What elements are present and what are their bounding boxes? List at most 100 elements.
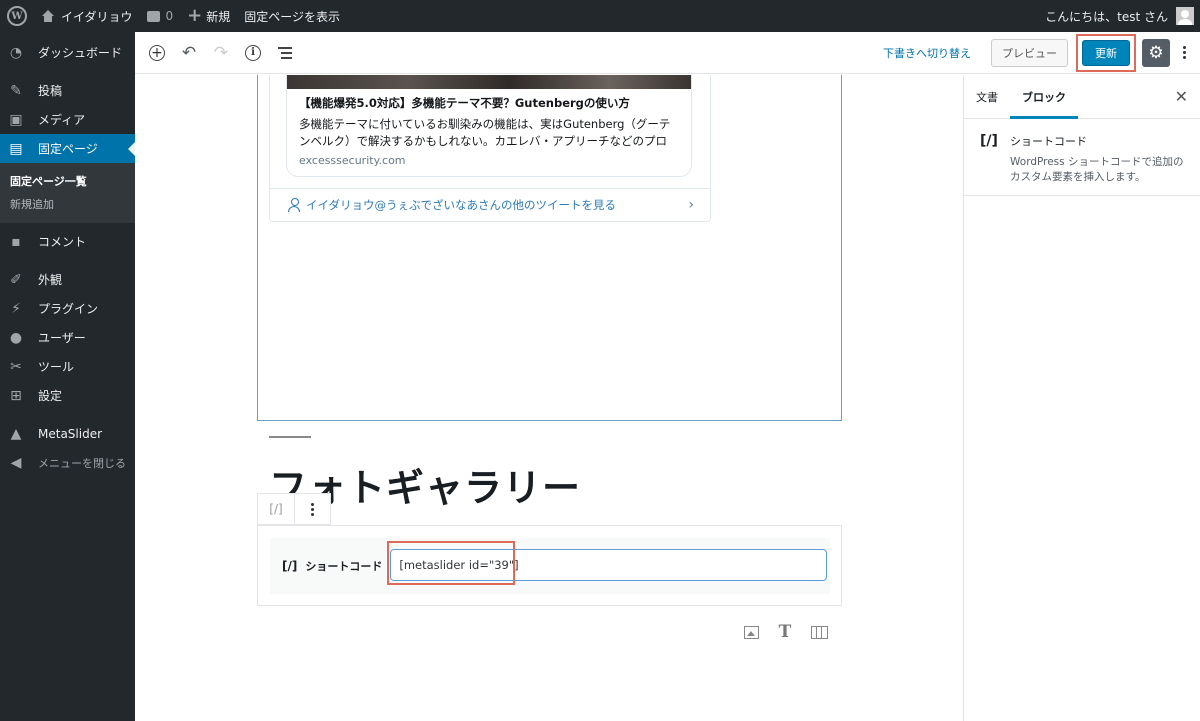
block-navigation-button[interactable] — [269, 37, 301, 69]
image-icon — [743, 625, 759, 639]
user-icon: ● — [9, 329, 23, 346]
chevron-right-icon: › — [688, 196, 694, 213]
redo-button[interactable]: ↷ — [205, 37, 237, 69]
text-icon: T — [778, 622, 792, 642]
sidebar-item-plugins[interactable]: ⚡ プラグイン — [0, 294, 135, 323]
more-dot — [1182, 51, 1186, 54]
gear-icon: ⚙ — [1148, 42, 1164, 63]
dashboard-icon: ◔ — [9, 44, 23, 61]
sidebar-item-label: ダッシュボード — [38, 46, 123, 60]
card-title: 【機能爆発5.0対応】多機能テーマ不要？Gutenbergの使い方 — [299, 96, 630, 110]
more-dot — [1182, 56, 1186, 59]
home-icon — [41, 10, 55, 22]
avatar[interactable] — [1176, 7, 1194, 25]
settings-sidebar: 文書 ブロック ✕ [/] ショートコード WordPress ショートコードで… — [963, 75, 1200, 721]
insert-columns-button[interactable] — [809, 623, 829, 641]
redo-icon: ↷ — [213, 42, 229, 63]
tab-block[interactable]: ブロック — [1010, 75, 1078, 119]
preview-button[interactable]: プレビュー — [991, 38, 1068, 67]
card-description: 多機能テーマに付いているお馴染みの機能は、実はGutenberg（グーテンベルク… — [299, 117, 671, 148]
more-tweets-link[interactable]: イイダリョウ@うぇぶでざいなあさんの他のツイートを見る › — [270, 188, 710, 220]
editor-header: + ↶ ↷ i 下書きへ切り替え プレビュー 更新 ⚙ — [135, 32, 1200, 74]
sidebar-item-dashboard[interactable]: ◔ ダッシュボード — [0, 38, 135, 67]
tweet-embed: 【機能爆発5.0対応】多機能テーマ不要？Gutenbergの使い方 多機能テーマ… — [269, 75, 711, 222]
link-card[interactable]: 【機能爆発5.0対応】多機能テーマ不要？Gutenbergの使い方 多機能テーマ… — [286, 75, 692, 177]
new-label: 新規 — [206, 9, 231, 24]
sidebar-item-posts[interactable]: ✎ 投稿 — [0, 76, 135, 105]
site-name-link[interactable]: イイダリョウ — [34, 0, 140, 32]
submenu-all-pages[interactable]: 固定ページ一覧 — [0, 169, 135, 192]
view-page-link[interactable]: 固定ページを表示 — [237, 0, 347, 32]
sidebar-item-users[interactable]: ● ユーザー — [0, 323, 135, 352]
new-content-link[interactable]: + 新規 — [180, 0, 237, 32]
pin-icon: ✎ — [10, 82, 22, 99]
comments-link[interactable]: 0 — [140, 0, 181, 32]
shortcode-icon: [/] — [269, 502, 283, 516]
submenu-add-new[interactable]: 新規追加 — [0, 192, 135, 215]
more-menu-button[interactable] — [1174, 39, 1194, 67]
admin-sidebar: ◔ ダッシュボード ✎ 投稿 ▣ メディア ▤ 固定ページ 固定ページ一覧 新規… — [0, 32, 135, 721]
more-tweets-label: イイダリョウ@うぇぶでざいなあさんの他のツイートを見る — [306, 197, 617, 212]
comments-count: 0 — [165, 9, 174, 23]
block-card-title: ショートコード — [1010, 135, 1087, 148]
sidebar-item-label: 外観 — [38, 273, 63, 287]
editor-canvas: 【機能爆発5.0対応】多機能テーマ不要？Gutenbergの使い方 多機能テーマ… — [135, 75, 963, 721]
shortcode-block-icon: [/] — [282, 559, 298, 573]
insert-heading-button[interactable]: T — [775, 622, 795, 642]
close-icon[interactable]: ✕ — [1175, 87, 1188, 106]
brush-icon: ✐ — [10, 271, 22, 288]
list-icon — [278, 46, 292, 59]
shortcode-block: [/] ショートコード [metaslider id="39"] — [257, 525, 842, 606]
tab-document[interactable]: 文書 — [964, 75, 1010, 119]
add-block-button[interactable]: + — [141, 37, 173, 69]
block-type-switcher[interactable]: [/] — [258, 494, 294, 524]
card-domain: excesssecurity.com — [299, 154, 406, 167]
account-menu[interactable]: こんにちは、test さん — [1038, 0, 1168, 32]
sidebar-item-settings[interactable]: ⊞ 設定 — [0, 381, 135, 410]
sidebar-item-label: 投稿 — [38, 84, 63, 98]
sidebar-item-label: メディア — [38, 113, 86, 127]
wp-logo-menu[interactable]: W — [0, 0, 34, 32]
columns-icon — [810, 625, 828, 639]
sidebar-item-metaslider[interactable]: ▲ MetaSlider — [0, 419, 135, 448]
greeting: こんにちは、test さん — [1045, 9, 1168, 24]
sidebar-item-media[interactable]: ▣ メディア — [0, 105, 135, 134]
switch-to-draft-link[interactable]: 下書きへ切り替え — [883, 45, 971, 61]
sidebar-item-pages[interactable]: ▤ 固定ページ — [0, 134, 135, 163]
block-more-options-button[interactable] — [294, 494, 330, 524]
comment-bubble-icon — [146, 10, 160, 22]
media-icon: ▣ — [9, 111, 23, 128]
content-info-button[interactable]: i — [237, 37, 269, 69]
sidebar-item-appearance[interactable]: ✐ 外観 — [0, 265, 135, 294]
quick-inserter: T — [741, 622, 829, 642]
update-button[interactable]: 更新 — [1082, 39, 1130, 66]
plus-icon: + — [187, 5, 203, 26]
undo-button[interactable]: ↶ — [173, 37, 205, 69]
comment-icon: ▪ — [11, 233, 21, 250]
wordpress-logo-icon: W — [7, 6, 27, 26]
sidebar-item-label: ユーザー — [38, 331, 86, 345]
block-card: [/] ショートコード WordPress ショートコードで追加のカスタム要素を… — [964, 119, 1200, 196]
sidebar-item-comments[interactable]: ▪ コメント — [0, 227, 135, 256]
page-icon: ▤ — [9, 140, 23, 157]
collapse-menu-label: メニューを閉じる — [38, 456, 126, 470]
person-icon — [288, 198, 300, 212]
more-dot — [1182, 46, 1186, 49]
vertical-dots-icon — [311, 502, 314, 516]
plus-circle-icon: + — [149, 44, 165, 61]
separator-block[interactable] — [269, 436, 311, 438]
view-page-label: 固定ページを表示 — [244, 9, 341, 24]
info-icon: i — [245, 44, 261, 61]
sidebar-item-label: ツール — [38, 360, 75, 374]
sidebar-item-tools[interactable]: ✂ ツール — [0, 352, 135, 381]
pages-submenu: 固定ページ一覧 新規追加 — [0, 163, 135, 223]
admin-bar: W イイダリョウ 0 + 新規 固定ページを表示 こんにちは、test さん — [0, 0, 1200, 32]
plugin-icon: ⚡ — [11, 300, 21, 317]
settings-toggle-button[interactable]: ⚙ — [1142, 38, 1170, 67]
collapse-menu[interactable]: ◀ メニューを閉じる — [0, 448, 135, 477]
site-name: イイダリョウ — [61, 9, 133, 24]
insert-image-button[interactable] — [741, 623, 761, 641]
sidebar-item-label: プラグイン — [38, 302, 99, 316]
undo-icon: ↶ — [181, 42, 197, 63]
shortcode-input[interactable]: [metaslider id="39"] — [390, 549, 828, 581]
